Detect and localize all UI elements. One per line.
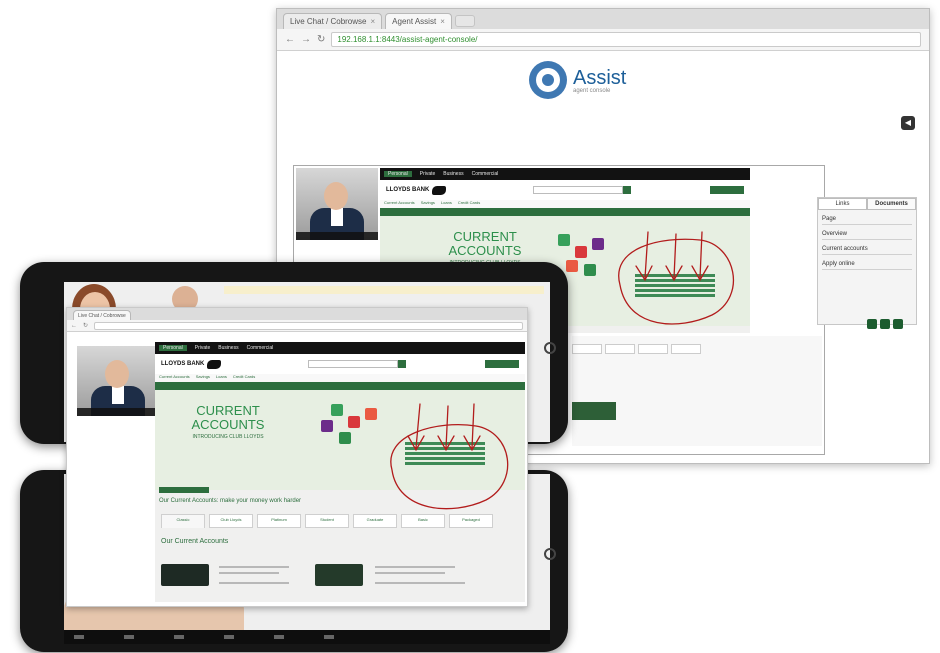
card-image xyxy=(161,564,209,586)
nav-private[interactable]: Private xyxy=(195,345,211,351)
account-tab[interactable]: Student xyxy=(305,514,349,528)
site-search-input[interactable] xyxy=(308,360,407,368)
panel-item[interactable]: Current accounts xyxy=(822,246,912,255)
site-header: LLOYDS BANK xyxy=(380,180,750,200)
back-icon[interactable]: ← xyxy=(285,34,295,45)
sub-nav: Current Accounts Savings Loans Credit Ca… xyxy=(155,374,525,382)
panel-item[interactable]: Page xyxy=(822,216,912,225)
feature-card xyxy=(566,260,578,272)
apply-button[interactable] xyxy=(159,487,209,493)
speaker-icon[interactable]: ◀ xyxy=(901,116,915,130)
subnav-item[interactable]: Current Accounts xyxy=(384,200,415,208)
agent-video xyxy=(296,168,378,240)
hero-bullets xyxy=(635,272,715,299)
card-image xyxy=(315,564,363,586)
home-button[interactable] xyxy=(544,548,556,560)
subnav-item[interactable]: Loans xyxy=(441,200,452,208)
panel-action-buttons xyxy=(867,319,903,329)
reload-icon[interactable]: ↻ xyxy=(317,34,325,45)
agent-side-panel: Links Documents Page Overview Current ac… xyxy=(817,197,917,325)
subnav-item[interactable]: Loans xyxy=(216,374,227,382)
site-search-input[interactable] xyxy=(533,186,632,194)
headline: Our Current Accounts: make your money wo… xyxy=(159,498,302,504)
reload-icon[interactable]: ↻ xyxy=(83,322,88,329)
browser-tab-active[interactable]: Agent Assist × xyxy=(385,13,452,29)
top-nav: Personal Private Business Commercial xyxy=(380,168,750,180)
brand-name: Assist xyxy=(573,66,627,89)
subnav-item[interactable]: Credit Cards xyxy=(233,374,255,382)
bank-logo: LLOYDS BANK xyxy=(161,359,222,369)
tab-documents[interactable]: Documents xyxy=(867,198,916,210)
horse-logo-icon xyxy=(432,185,447,195)
subnav-item[interactable]: Credit Cards xyxy=(458,200,480,208)
horse-logo-icon xyxy=(207,359,222,369)
subnav-item[interactable]: Savings xyxy=(421,200,435,208)
back-icon[interactable]: ← xyxy=(71,323,77,329)
nav-personal[interactable]: Personal xyxy=(159,345,187,351)
account-tab[interactable]: Packaged xyxy=(449,514,493,528)
assist-brand: Assist agent console xyxy=(529,61,626,99)
bank-logo: LLOYDS BANK xyxy=(386,185,447,195)
account-tabs: Classic Club Lloyds Platinum Student Gra… xyxy=(161,514,493,528)
account-tab[interactable]: Classic xyxy=(161,514,205,528)
account-tab[interactable]: Graduate xyxy=(353,514,397,528)
shared-web-page: Personal Private Business Commercial LLO… xyxy=(155,342,525,602)
composite-screenshot: { "desktop_browser": { "tabs": [ {"label… xyxy=(0,0,940,653)
feature-card xyxy=(558,234,570,246)
feature-card xyxy=(592,238,604,250)
nav-personal[interactable]: Personal xyxy=(384,171,412,177)
logon-button[interactable] xyxy=(710,186,744,194)
hero-title: CURRENT ACCOUNTS xyxy=(448,229,522,258)
page-lower-section xyxy=(572,336,822,446)
feature-card xyxy=(584,264,596,276)
tab-strip: Live Chat / Cobrowse × Agent Assist × xyxy=(277,9,929,29)
account-tab[interactable]: Basic xyxy=(401,514,445,528)
subnav-item[interactable]: Current Accounts xyxy=(159,374,190,382)
close-tab-icon[interactable]: × xyxy=(440,17,445,26)
subnav-item[interactable]: Savings xyxy=(196,374,210,382)
feature-card xyxy=(575,246,587,258)
annotate-icon[interactable] xyxy=(880,319,890,329)
lifebuoy-logo-icon xyxy=(529,61,567,99)
url-field[interactable]: 192.168.1.1:8443/assist-agent-console/ xyxy=(331,32,921,47)
agent-video xyxy=(77,346,161,416)
browser-tab-active[interactable]: Live Chat / Cobrowse xyxy=(73,310,131,320)
tablet-browser-window: Live Chat / Cobrowse ← ↻ Personal Privat… xyxy=(66,307,528,607)
top-nav: Personal Private Business Commercial xyxy=(155,342,525,354)
settings-icon[interactable] xyxy=(867,319,877,329)
home-button[interactable] xyxy=(544,342,556,354)
hero-banner: CURRENT ACCOUNTS INTRODUCING CLUB LLOYDS xyxy=(155,390,525,490)
end-session-icon[interactable] xyxy=(893,319,903,329)
address-bar: ← ↻ xyxy=(67,320,527,332)
green-nav-bar xyxy=(155,382,525,390)
forward-icon[interactable]: → xyxy=(301,34,311,45)
panel-item[interactable]: Apply online xyxy=(822,261,912,270)
green-nav-bar xyxy=(380,208,750,216)
site-header: LLOYDS BANK xyxy=(155,354,525,374)
account-tab[interactable]: Club Lloyds xyxy=(209,514,253,528)
close-tab-icon[interactable]: × xyxy=(370,17,375,26)
tab-strip: Live Chat / Cobrowse xyxy=(67,308,527,320)
nav-commercial[interactable]: Commercial xyxy=(472,171,499,177)
new-tab-button[interactable] xyxy=(454,15,475,27)
tab-links[interactable]: Links xyxy=(818,198,867,210)
browser-tab[interactable]: Live Chat / Cobrowse × xyxy=(283,13,383,29)
nav-private[interactable]: Private xyxy=(420,171,436,177)
section-title: Our Current Accounts xyxy=(161,538,229,545)
logon-button[interactable] xyxy=(485,360,519,368)
address-bar: ← → ↻ 192.168.1.1:8443/assist-agent-cons… xyxy=(277,29,929,51)
url-field[interactable] xyxy=(94,321,523,330)
nav-commercial[interactable]: Commercial xyxy=(247,345,274,351)
panel-item[interactable]: Overview xyxy=(822,231,912,240)
card-image xyxy=(572,402,616,420)
account-tab[interactable]: Platinum xyxy=(257,514,301,528)
nav-business[interactable]: Business xyxy=(443,171,463,177)
hero-title: CURRENT ACCOUNTS xyxy=(191,403,265,432)
sub-nav: Current Accounts Savings Loans Credit Ca… xyxy=(380,200,750,208)
nav-business[interactable]: Business xyxy=(218,345,238,351)
hero-subtitle: INTRODUCING CLUB LLOYDS xyxy=(192,434,264,440)
